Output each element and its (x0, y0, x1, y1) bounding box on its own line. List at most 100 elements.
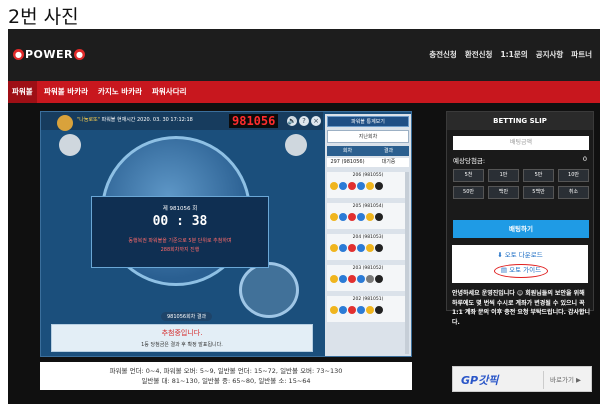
result-ball-icon (375, 213, 383, 221)
history-panel: 파워볼 통계보기 지난회차 회차 결과 297 (981056) 대기중 206… (325, 114, 411, 356)
logo-ball-icon: ● (13, 48, 24, 60)
result-ball-icon (339, 213, 347, 221)
nav-deposit[interactable]: 충전신청 (429, 49, 457, 60)
history-header-round: 회차 (342, 148, 353, 154)
nav-partner[interactable]: 파트너 (571, 49, 592, 60)
range-info-line: 일반볼 대: 81~130, 일반볼 중: 65~80, 일반볼 소: 15~6… (141, 377, 311, 385)
powerball-game-panel: "나눔로또" 파워볼 현재시간 2020. 03. 30 17:12:18 98… (40, 111, 412, 357)
tab-powerball-baccarat[interactable]: 파워볼 바카라 (40, 81, 92, 103)
amount-chips: 5천 1만 5만 10만 50만 백만 5백만 취소 (453, 169, 589, 199)
game-tabs: 파워볼 파워볼 바카라 카지노 바카라 파워사다리 (8, 81, 600, 103)
stats-button[interactable]: 파워볼 통계보기 (327, 116, 409, 127)
site-logo[interactable]: ● POWER ● (12, 46, 86, 62)
result-balls (330, 213, 383, 221)
result-ball-icon (339, 182, 347, 190)
bet-amount-input[interactable]: 배팅금액 (453, 136, 589, 150)
history-row: 206 (981055) (327, 172, 409, 198)
history-header: 회차 결과 (327, 146, 409, 156)
document-caption: 2번 사진 (8, 6, 79, 28)
download-icon: ⬇ (497, 251, 505, 259)
result-ball-icon (330, 275, 338, 283)
tab-casino-baccarat[interactable]: 카지노 바카라 (94, 81, 146, 103)
result-ball-icon (366, 213, 374, 221)
betting-slip-title: BETTING SLIP (447, 112, 593, 130)
info-text: 파워볼 현재시간 (101, 117, 136, 123)
history-row: 205 (981054) (327, 203, 409, 229)
cancel-chip-button[interactable]: 취소 (558, 186, 589, 199)
result-ball-icon (348, 275, 356, 283)
nav-notice[interactable]: 공지사항 (536, 49, 564, 60)
chip-button[interactable]: 1만 (488, 169, 519, 182)
help-icon[interactable]: ? (299, 116, 309, 126)
document-icon: ▤ (500, 266, 510, 274)
top-nav: 충전신청 환전신청 1:1문의 공지사항 파트너 (429, 49, 592, 60)
mascot-icon (57, 115, 73, 131)
logo-word: POWER (25, 47, 74, 61)
site-screenshot: ● POWER ● 충전신청 환전신청 1:1문의 공지사항 파트너 파워볼 파… (8, 29, 600, 404)
gpk-go-button[interactable]: 바로가기 ▶ (543, 371, 587, 389)
chip-button[interactable]: 5만 (523, 169, 554, 182)
expected-label: 예상당첨금: (453, 157, 486, 165)
spotlight-left-icon (59, 134, 81, 156)
info-brand: "나눔로또" (77, 117, 101, 123)
result-ball-icon (366, 275, 374, 283)
result-ball-icon (357, 306, 365, 314)
auto-guide-link[interactable]: ▤ 오토 가이드 (494, 264, 548, 278)
chip-button[interactable]: 백만 (488, 186, 519, 199)
expected-winnings: 예상당첨금: 0 (453, 155, 589, 165)
auto-download-label: 오토 다운로드 (504, 251, 543, 259)
result-ball-icon (366, 182, 374, 190)
history-row: 204 (981053) (327, 234, 409, 260)
result-ball-icon (375, 306, 383, 314)
result-ball-icon (330, 213, 338, 221)
result-ball-icon (348, 182, 356, 190)
result-balls (330, 306, 383, 314)
range-info-line: 파워볼 언더: 0~4, 파워볼 오버: 5~9, 일반볼 언더: 15~72,… (109, 367, 343, 375)
close-icon[interactable]: × (311, 116, 321, 126)
top-header: ● POWER ● 충전신청 환전신청 1:1문의 공지사항 파트너 (8, 29, 600, 81)
result-ball-icon (348, 213, 356, 221)
result-ball-icon (339, 306, 347, 314)
history-round: 204 (981053) (352, 235, 384, 240)
pending-round: 297 (981056) (330, 159, 365, 165)
result-ball-icon (348, 244, 356, 252)
ball-tube (239, 262, 299, 318)
chip-button[interactable]: 5천 (453, 169, 484, 182)
result-ball-icon (357, 182, 365, 190)
result-balls (330, 244, 383, 252)
tab-powerball[interactable]: 파워볼 (8, 81, 37, 103)
chip-button[interactable]: 5백만 (523, 186, 554, 199)
nav-inquiry[interactable]: 1:1문의 (500, 49, 527, 60)
result-ball-icon (339, 244, 347, 252)
result-ball-icon (339, 275, 347, 283)
sound-icon[interactable]: 🔊 (287, 116, 297, 126)
drawing-banner: 추첨중입니다. 1등 당첨금은 결과 후 확정 발표됩니다. (51, 324, 313, 352)
result-ball-icon (330, 244, 338, 252)
gpk-logo: GP갓픽 (461, 374, 499, 387)
game-info-bar: "나눔로또" 파워볼 현재시간 2020. 03. 30 17:12:18 98… (41, 112, 323, 131)
drawing-title: 추첨중입니다. (161, 329, 203, 337)
chip-button[interactable]: 50만 (453, 186, 484, 199)
info-time: 2020. 03. 30 17:12:18 (137, 117, 193, 123)
nav-withdraw[interactable]: 환전신청 (465, 49, 493, 60)
result-ball-icon (366, 244, 374, 252)
place-bet-button[interactable]: 배팅하기 (453, 220, 589, 238)
draw-note: 동행복권 파워볼을 기준으로 5분 단위로 추첨하며 288회차까지 진행 (92, 237, 268, 255)
history-round: 202 (981051) (352, 297, 384, 302)
chip-button[interactable]: 10만 (558, 169, 589, 182)
result-ball-icon (357, 213, 365, 221)
spotlight-right-icon (285, 134, 307, 156)
history-scrollbar[interactable] (405, 172, 409, 354)
auto-download-link[interactable]: ⬇ 오토 다운로드 (452, 249, 588, 259)
draw-note-line: 동행복권 파워볼을 기준으로 5분 단위로 추첨하며 (128, 238, 232, 244)
gpk-banner[interactable]: GP갓픽 바로가기 ▶ (452, 366, 592, 392)
result-ball-icon (375, 244, 383, 252)
prev-rounds-button[interactable]: 지난회차 (327, 130, 409, 143)
game-current-time: "나눔로또" 파워볼 현재시간 2020. 03. 30 17:12:18 (77, 116, 193, 123)
result-balls (330, 275, 383, 283)
pending-row: 297 (981056) 대기중 (327, 158, 409, 167)
result-ball-icon (375, 275, 383, 283)
result-ball-icon (366, 306, 374, 314)
tab-power-ladder[interactable]: 파워사다리 (148, 81, 191, 103)
result-ball-icon (357, 244, 365, 252)
